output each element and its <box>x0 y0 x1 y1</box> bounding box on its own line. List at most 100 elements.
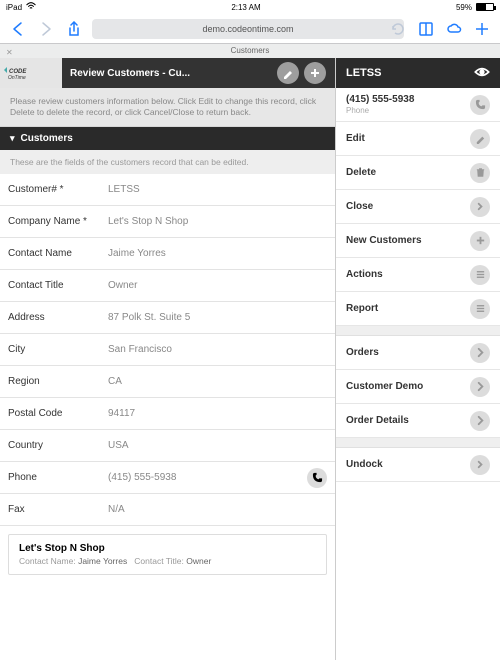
field-label: Country <box>8 440 108 451</box>
field-value: (415) 555-5938 <box>108 472 307 483</box>
field-value: Owner <box>108 280 327 291</box>
sidebar-phone-item[interactable]: (415) 555-5938 Phone <box>336 88 500 122</box>
header-edit-button[interactable] <box>277 62 299 84</box>
back-button[interactable] <box>8 19 28 39</box>
section-title: Customers <box>21 133 73 144</box>
field-value: USA <box>108 440 327 451</box>
sidebar-item-demo[interactable]: Customer Demo <box>336 370 500 404</box>
sidebar-header: LETSS <box>336 58 500 88</box>
field-label: Address <box>8 312 108 323</box>
header-new-button[interactable] <box>304 62 326 84</box>
field-label: Phone <box>8 472 108 483</box>
field-row[interactable]: Company Name *Let's Stop N Shop <box>0 206 335 238</box>
page-title: Review Customers - Cu... <box>62 58 277 88</box>
field-row[interactable]: Address87 Polk St. Suite 5 <box>0 302 335 334</box>
reload-button[interactable] <box>388 19 408 39</box>
field-value: Jaime Yorres <box>108 248 327 259</box>
new-tab-button[interactable] <box>472 19 492 39</box>
sidebar-item-actions[interactable]: Actions <box>336 258 500 292</box>
bookmarks-button[interactable] <box>416 19 436 39</box>
app-logo[interactable]: CODEOnTime <box>0 58 62 88</box>
battery-icon <box>476 3 494 11</box>
field-value: 87 Polk St. Suite 5 <box>108 312 327 323</box>
section-header[interactable]: ▾ Customers <box>0 127 335 150</box>
sidebar-item-label: New Customers <box>346 235 422 246</box>
cloud-tabs-button[interactable] <box>444 19 464 39</box>
sidebar-item-label: Edit <box>346 133 365 144</box>
sidebar-item-label: Undock <box>346 459 383 470</box>
sidebar-item-label: Order Details <box>346 415 409 426</box>
chev-icon <box>470 377 490 397</box>
close-tab-icon[interactable]: ✕ <box>6 46 13 60</box>
sidebar-item-report[interactable]: Report <box>336 292 500 326</box>
pencil-icon <box>470 129 490 149</box>
field-value: Let's Stop N Shop <box>108 216 327 227</box>
card-subtitle: Contact Name: Jaime Yorres Contact Title… <box>19 556 316 566</box>
sidebar-item-edit[interactable]: Edit <box>336 122 500 156</box>
field-value: CA <box>108 376 327 387</box>
field-label: Fax <box>8 504 108 515</box>
sidebar-item-details[interactable]: Order Details <box>336 404 500 438</box>
field-row[interactable]: RegionCA <box>0 366 335 398</box>
field-label: City <box>8 344 108 355</box>
browser-toolbar: demo.codeontime.com <box>0 14 500 44</box>
field-row[interactable]: Customer# *LETSS <box>0 174 335 206</box>
sidebar-item-new[interactable]: New Customers <box>336 224 500 258</box>
menu-icon <box>470 299 490 319</box>
page-description: Please review customers information belo… <box>0 88 335 127</box>
chev-icon <box>470 411 490 431</box>
field-label: Postal Code <box>8 408 108 419</box>
field-value: San Francisco <box>108 344 327 355</box>
field-row[interactable]: CountryUSA <box>0 430 335 462</box>
plus-icon <box>470 231 490 251</box>
field-label: Company Name * <box>8 216 108 227</box>
field-label: Contact Name <box>8 248 108 259</box>
field-value: LETSS <box>108 184 327 195</box>
actions-sidebar: LETSS (415) 555-5938 Phone Edit Delete Clo… <box>335 58 500 660</box>
phone-icon[interactable] <box>307 468 327 488</box>
sidebar-separator <box>336 326 500 336</box>
sidebar-item-delete[interactable]: Delete <box>336 156 500 190</box>
card-title: Let's Stop N Shop <box>19 543 316 554</box>
field-row[interactable]: Contact TitleOwner <box>0 270 335 302</box>
field-label: Contact Title <box>8 280 108 291</box>
sidebar-item-close[interactable]: Close <box>336 190 500 224</box>
view-toggle-icon[interactable] <box>474 64 490 83</box>
url-text: demo.codeontime.com <box>202 24 293 34</box>
sidebar-item-label: Close <box>346 201 373 212</box>
chev-icon <box>470 343 490 363</box>
field-row[interactable]: Contact NameJaime Yorres <box>0 238 335 270</box>
summary-card[interactable]: Let's Stop N Shop Contact Name: Jaime Yor… <box>8 534 327 575</box>
browser-tab[interactable]: ✕ Customers <box>0 44 500 58</box>
ios-status-bar: iPad 2:13 AM 59% <box>0 0 500 14</box>
field-row[interactable]: Phone(415) 555-5938 <box>0 462 335 494</box>
sidebar-item-label: Delete <box>346 167 376 178</box>
wifi-icon <box>26 2 36 12</box>
trash-icon <box>470 163 490 183</box>
phone-icon <box>470 95 490 115</box>
sidebar-item-orders[interactable]: Orders <box>336 336 500 370</box>
sidebar-phone-label: Phone <box>346 106 414 115</box>
chevron-down-icon: ▾ <box>10 133 15 144</box>
status-time: 2:13 AM <box>231 3 260 12</box>
field-row[interactable]: FaxN/A <box>0 494 335 526</box>
sidebar-phone-value: (415) 555-5938 <box>346 94 414 105</box>
sidebar-item-label: Customer Demo <box>346 381 423 392</box>
field-label: Region <box>8 376 108 387</box>
share-button[interactable] <box>64 19 84 39</box>
sidebar-item-label: Report <box>346 303 378 314</box>
sidebar-item-label: Orders <box>346 347 379 358</box>
url-bar[interactable]: demo.codeontime.com <box>92 19 404 39</box>
arrow-icon <box>470 197 490 217</box>
field-value: N/A <box>108 504 327 515</box>
field-row[interactable]: CitySan Francisco <box>0 334 335 366</box>
field-row[interactable]: Postal Code94117 <box>0 398 335 430</box>
fields-list[interactable]: Customer# *LETSSCompany Name *Let's Stop… <box>0 174 335 660</box>
main-content-pane: CODEOnTime Review Customers - Cu... Plea… <box>0 58 335 660</box>
forward-button[interactable] <box>36 19 56 39</box>
sidebar-item-label: Actions <box>346 269 383 280</box>
field-label: Customer# * <box>8 184 108 195</box>
field-value: 94117 <box>108 408 327 419</box>
sidebar-item-undock[interactable]: Undock <box>336 448 500 482</box>
sidebar-separator <box>336 438 500 448</box>
